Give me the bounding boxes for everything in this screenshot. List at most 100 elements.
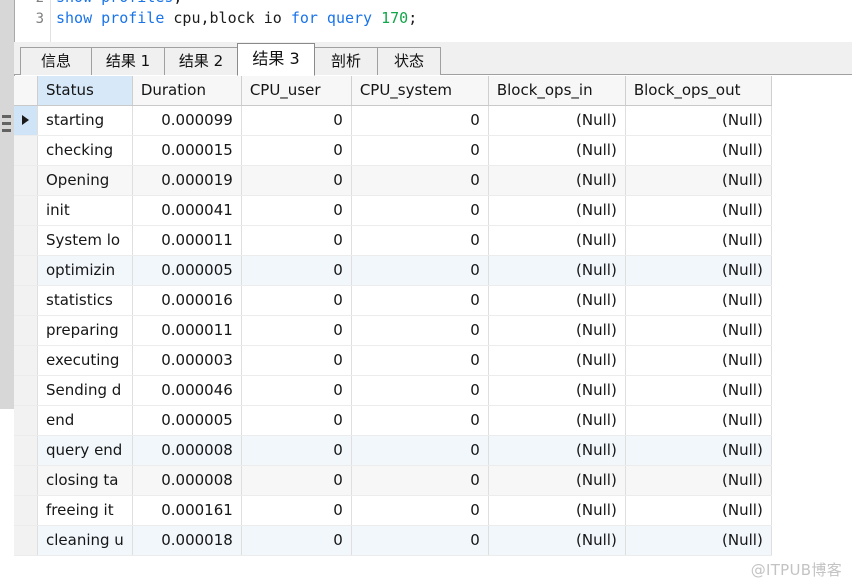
cell-duration[interactable]: 0.000041 xyxy=(132,195,241,225)
cell-status[interactable]: checking xyxy=(38,135,133,165)
row-marker[interactable] xyxy=(14,435,38,465)
panel-splitter[interactable] xyxy=(0,0,15,409)
cell-cpu-user[interactable]: 0 xyxy=(241,435,351,465)
column-header-block-ops-in[interactable]: Block_ops_in xyxy=(488,76,625,105)
tab-5[interactable]: 剖析 xyxy=(314,47,378,75)
cell-cpu-system[interactable]: 0 xyxy=(351,495,488,525)
cell-duration[interactable]: 0.000016 xyxy=(132,285,241,315)
cell-block-ops-in[interactable]: (Null) xyxy=(488,165,625,195)
row-marker[interactable] xyxy=(14,375,38,405)
cell-block-ops-out[interactable]: (Null) xyxy=(625,105,771,135)
row-marker[interactable] xyxy=(14,225,38,255)
tab-2[interactable]: 结果 1 xyxy=(91,47,165,75)
cell-duration[interactable]: 0.000046 xyxy=(132,375,241,405)
cell-block-ops-out[interactable]: (Null) xyxy=(625,255,771,285)
row-marker[interactable] xyxy=(14,105,38,135)
result-grid-container[interactable]: Status Duration CPU_user CPU_system Bloc… xyxy=(14,76,852,587)
cell-duration[interactable]: 0.000003 xyxy=(132,345,241,375)
cell-block-ops-in[interactable]: (Null) xyxy=(488,315,625,345)
cell-block-ops-in[interactable]: (Null) xyxy=(488,435,625,465)
column-header-cpu-user[interactable]: CPU_user xyxy=(241,76,351,105)
cell-duration[interactable]: 0.000099 xyxy=(132,105,241,135)
cell-status[interactable]: freeing it xyxy=(38,495,133,525)
cell-block-ops-in[interactable]: (Null) xyxy=(488,195,625,225)
cell-status[interactable]: init xyxy=(38,195,133,225)
cell-block-ops-in[interactable]: (Null) xyxy=(488,345,625,375)
cell-duration[interactable]: 0.000018 xyxy=(132,525,241,555)
cell-cpu-system[interactable]: 0 xyxy=(351,375,488,405)
cell-cpu-user[interactable]: 0 xyxy=(241,315,351,345)
cell-block-ops-out[interactable]: (Null) xyxy=(625,345,771,375)
cell-cpu-user[interactable]: 0 xyxy=(241,375,351,405)
cell-cpu-system[interactable]: 0 xyxy=(351,105,488,135)
table-row[interactable]: init0.00004100(Null)(Null) xyxy=(14,195,771,225)
cell-cpu-system[interactable]: 0 xyxy=(351,135,488,165)
row-marker[interactable] xyxy=(14,195,38,225)
cell-cpu-user[interactable]: 0 xyxy=(241,465,351,495)
row-marker[interactable] xyxy=(14,405,38,435)
cell-block-ops-in[interactable]: (Null) xyxy=(488,225,625,255)
row-marker[interactable] xyxy=(14,315,38,345)
cell-status[interactable]: Opening xyxy=(38,165,133,195)
cell-duration[interactable]: 0.000011 xyxy=(132,225,241,255)
cell-block-ops-in[interactable]: (Null) xyxy=(488,525,625,555)
table-row[interactable]: starting0.00009900(Null)(Null) xyxy=(14,105,771,135)
column-header-status[interactable]: Status xyxy=(38,76,133,105)
cell-cpu-user[interactable]: 0 xyxy=(241,345,351,375)
cell-status[interactable]: end xyxy=(38,405,133,435)
cell-block-ops-out[interactable]: (Null) xyxy=(625,465,771,495)
tab-3[interactable]: 结果 2 xyxy=(164,47,238,75)
table-row[interactable]: query end0.00000800(Null)(Null) xyxy=(14,435,771,465)
cell-block-ops-out[interactable]: (Null) xyxy=(625,195,771,225)
table-row[interactable]: end0.00000500(Null)(Null) xyxy=(14,405,771,435)
cell-block-ops-out[interactable]: (Null) xyxy=(625,375,771,405)
cell-cpu-user[interactable]: 0 xyxy=(241,255,351,285)
tab-4[interactable]: 结果 3 xyxy=(237,43,315,76)
cell-cpu-user[interactable]: 0 xyxy=(241,105,351,135)
result-grid-body[interactable]: starting0.00009900(Null)(Null)checking0.… xyxy=(14,105,771,555)
cell-cpu-system[interactable]: 0 xyxy=(351,435,488,465)
cell-block-ops-out[interactable]: (Null) xyxy=(625,285,771,315)
cell-cpu-system[interactable]: 0 xyxy=(351,345,488,375)
cell-cpu-system[interactable]: 0 xyxy=(351,405,488,435)
cell-duration[interactable]: 0.000005 xyxy=(132,255,241,285)
row-marker[interactable] xyxy=(14,495,38,525)
row-marker[interactable] xyxy=(14,525,38,555)
row-marker[interactable] xyxy=(14,165,38,195)
cell-block-ops-in[interactable]: (Null) xyxy=(488,135,625,165)
cell-block-ops-out[interactable]: (Null) xyxy=(625,405,771,435)
cell-cpu-system[interactable]: 0 xyxy=(351,255,488,285)
cell-cpu-user[interactable]: 0 xyxy=(241,135,351,165)
cell-block-ops-out[interactable]: (Null) xyxy=(625,495,771,525)
cell-cpu-system[interactable]: 0 xyxy=(351,465,488,495)
cell-block-ops-out[interactable]: (Null) xyxy=(625,315,771,345)
cell-block-ops-out[interactable]: (Null) xyxy=(625,525,771,555)
cell-duration[interactable]: 0.000008 xyxy=(132,435,241,465)
cell-duration[interactable]: 0.000015 xyxy=(132,135,241,165)
cell-cpu-user[interactable]: 0 xyxy=(241,225,351,255)
cell-cpu-user[interactable]: 0 xyxy=(241,495,351,525)
table-row[interactable]: closing ta0.00000800(Null)(Null) xyxy=(14,465,771,495)
cell-duration[interactable]: 0.000008 xyxy=(132,465,241,495)
cell-status[interactable]: executing xyxy=(38,345,133,375)
column-header-duration[interactable]: Duration xyxy=(132,76,241,105)
cell-status[interactable]: cleaning u xyxy=(38,525,133,555)
tab-1[interactable]: 信息 xyxy=(20,47,92,75)
cell-cpu-system[interactable]: 0 xyxy=(351,225,488,255)
column-header-block-ops-out[interactable]: Block_ops_out xyxy=(625,76,771,105)
code-line[interactable]: 2show profiles; xyxy=(14,0,182,8)
cell-block-ops-out[interactable]: (Null) xyxy=(625,165,771,195)
cell-block-ops-in[interactable]: (Null) xyxy=(488,255,625,285)
cell-cpu-user[interactable]: 0 xyxy=(241,405,351,435)
cell-status[interactable]: Sending d xyxy=(38,375,133,405)
row-marker[interactable] xyxy=(14,135,38,165)
cell-block-ops-in[interactable]: (Null) xyxy=(488,405,625,435)
table-row[interactable]: freeing it0.00016100(Null)(Null) xyxy=(14,495,771,525)
cell-cpu-system[interactable]: 0 xyxy=(351,285,488,315)
cell-duration[interactable]: 0.000161 xyxy=(132,495,241,525)
table-row[interactable]: checking0.00001500(Null)(Null) xyxy=(14,135,771,165)
cell-cpu-user[interactable]: 0 xyxy=(241,165,351,195)
row-marker[interactable] xyxy=(14,255,38,285)
cell-status[interactable]: query end xyxy=(38,435,133,465)
cell-cpu-user[interactable]: 0 xyxy=(241,195,351,225)
